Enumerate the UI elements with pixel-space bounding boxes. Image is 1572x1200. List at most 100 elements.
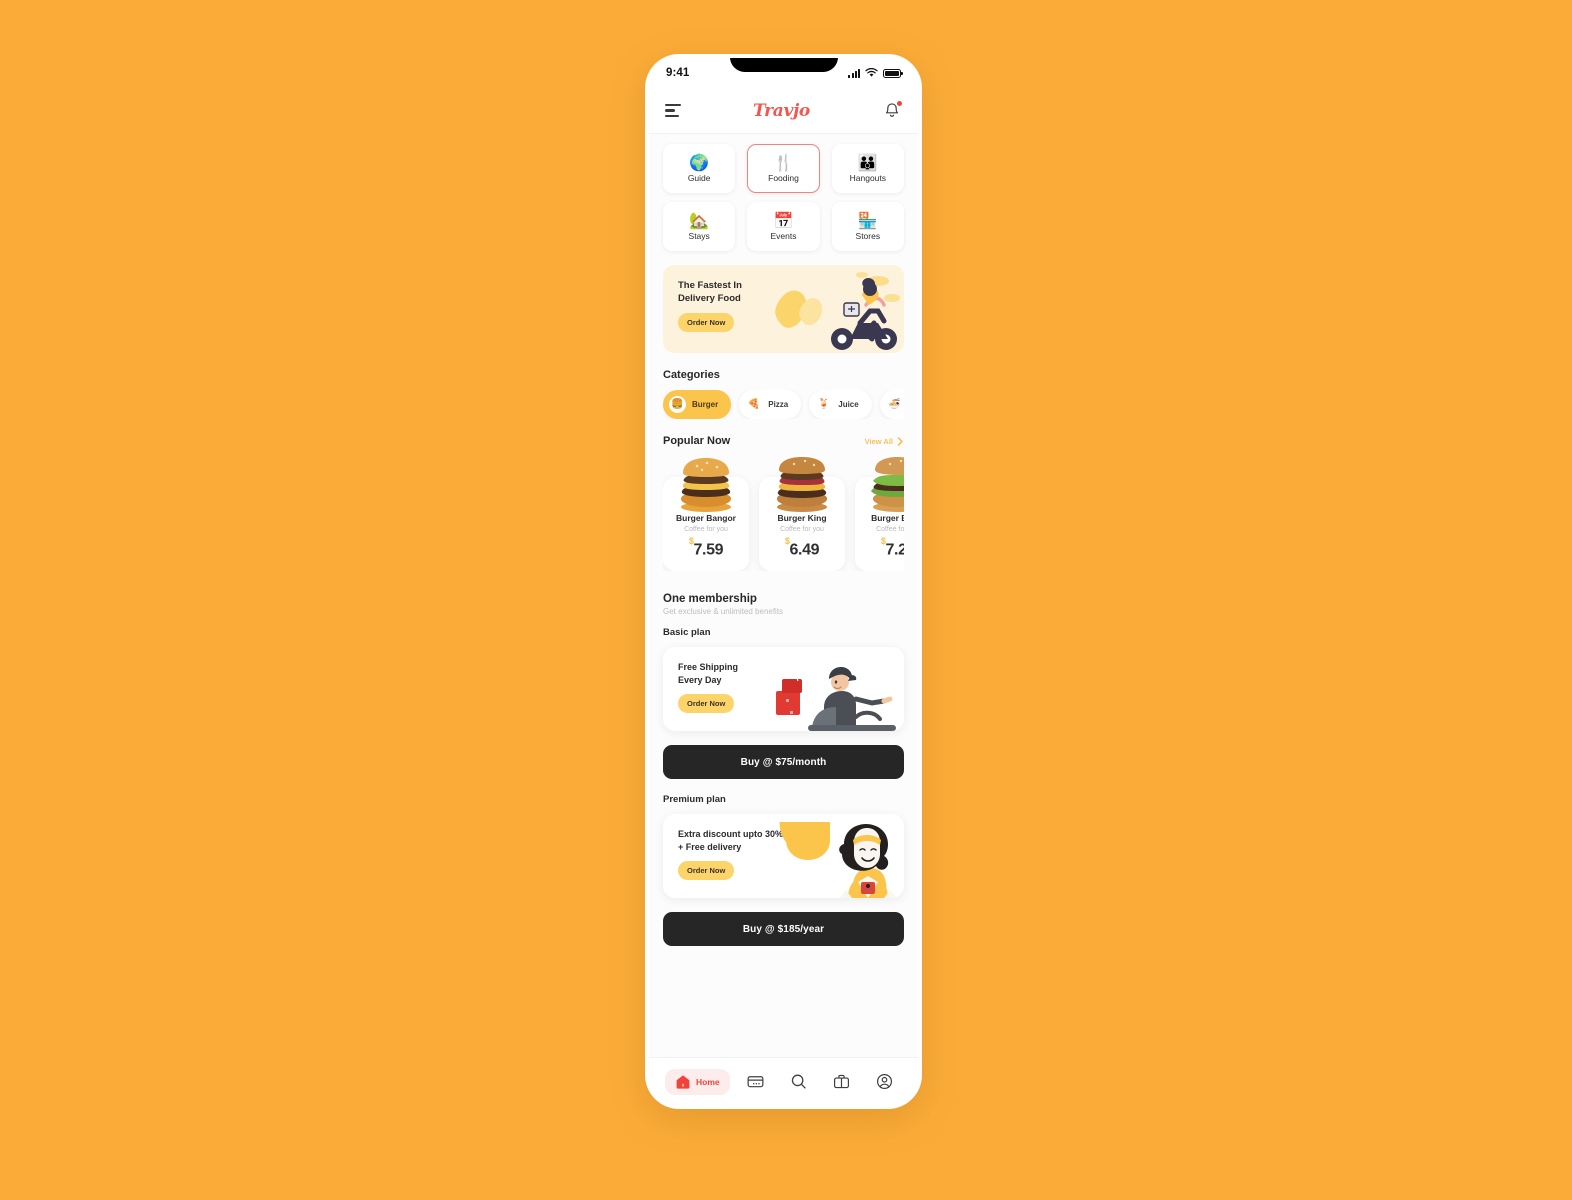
quick-tiles-grid: 🌍 Guide 🍴 Fooding 👪 Hangouts 🏡 Stays 📅 E… bbox=[663, 144, 904, 251]
price-value: 7.29 bbox=[885, 541, 904, 559]
category-chip-ramen[interactable]: 🍜 Ramen bbox=[879, 390, 904, 419]
popular-card-row[interactable]: Burger Bangor Coffee for you $7.59 Burge… bbox=[663, 455, 904, 572]
chevron-right-icon bbox=[897, 436, 903, 446]
tab-profile[interactable] bbox=[867, 1067, 902, 1096]
premium-plan-label: Premium plan bbox=[663, 794, 726, 806]
category-chip-label: Pizza bbox=[768, 400, 789, 409]
basic-plan-buy-button[interactable]: Buy @ $75/month bbox=[663, 745, 904, 780]
notification-badge-dot bbox=[895, 99, 903, 107]
quick-tile-label: Events bbox=[770, 230, 797, 241]
app-header: Travjo bbox=[649, 88, 918, 134]
category-chip-burger[interactable]: 🍔 Burger bbox=[663, 390, 732, 419]
ramen-icon: 🍜 bbox=[885, 396, 903, 413]
quick-tile-events[interactable]: 📅 Events bbox=[747, 202, 820, 251]
wifi-icon bbox=[865, 68, 878, 77]
quick-tile-stores[interactable]: 🏪 Stores bbox=[831, 202, 904, 251]
food-card-subtitle: Coffee for you bbox=[780, 526, 824, 533]
notification-button[interactable] bbox=[882, 99, 903, 121]
burger-icon: 🍔 bbox=[669, 396, 686, 413]
price-value: 7.59 bbox=[693, 541, 724, 559]
category-chip-juice[interactable]: 🍹 Juice bbox=[809, 390, 872, 419]
quick-tile-guide[interactable]: 🌍 Guide bbox=[663, 144, 736, 193]
burger-photo bbox=[871, 457, 904, 512]
popular-header: Popular Now View All bbox=[663, 435, 904, 447]
quick-tile-label: Stores bbox=[855, 230, 881, 241]
category-chip-label: Juice bbox=[838, 400, 859, 409]
categories-chip-row[interactable]: 🍔 Burger 🍕 Pizza 🍹 Juice 🍜 bbox=[663, 390, 904, 419]
premium-plan-buy-button[interactable]: Buy @ $185/year bbox=[663, 912, 904, 947]
price-value: 6.49 bbox=[789, 541, 820, 559]
main-scroll-area[interactable]: 🌍 Guide 🍴 Fooding 👪 Hangouts 🏡 Stays 📅 E… bbox=[649, 134, 918, 1057]
food-card[interactable]: Burger King Coffee for you $6.49 bbox=[759, 457, 845, 572]
currency-symbol: $ bbox=[880, 536, 886, 546]
premium-headline-line2: + Free delivery bbox=[678, 841, 742, 852]
people-icon: 👪 bbox=[857, 154, 878, 172]
category-chip-label: Burger bbox=[692, 400, 719, 409]
bottom-tab-bar: Home bbox=[649, 1057, 918, 1105]
quick-tile-label: Hangouts bbox=[849, 172, 887, 183]
burger-photo bbox=[681, 458, 731, 512]
basic-headline-line1: Free Shipping bbox=[678, 662, 739, 673]
category-chip-pizza[interactable]: 🍕 Pizza bbox=[739, 390, 802, 419]
search-icon bbox=[791, 1074, 806, 1089]
promo-banner[interactable]: The Fastest In Delivery Food Order Now bbox=[663, 265, 904, 353]
canvas: 9:41 Travjo 🌍 Guide 🍴 Fooding 👪 Hangouts… bbox=[0, 0, 1572, 1200]
globe-icon: 🌍 bbox=[689, 154, 710, 172]
tab-card[interactable] bbox=[738, 1067, 773, 1096]
house-icon: 🏡 bbox=[689, 212, 710, 230]
food-card-price: $7.59 bbox=[669, 536, 743, 559]
cutlery-icon: 🍴 bbox=[773, 154, 794, 172]
quick-tile-fooding[interactable]: 🍴 Fooding bbox=[747, 144, 820, 193]
food-card-subtitle: Coffee for you bbox=[684, 526, 728, 533]
promo-title-line1: The Fastest In bbox=[678, 280, 742, 291]
basic-plan-card[interactable]: Free Shipping Every Day Order Now bbox=[663, 647, 904, 732]
promo-title-line2: Delivery Food bbox=[678, 293, 741, 304]
status-indicators bbox=[848, 68, 903, 78]
briefcase-icon bbox=[833, 1074, 849, 1089]
pizza-icon: 🍕 bbox=[745, 396, 763, 413]
cellular-bars-icon bbox=[848, 68, 860, 78]
currency-symbol: $ bbox=[688, 536, 694, 546]
quick-tile-label: Fooding bbox=[768, 172, 799, 183]
premium-plan-card[interactable]: Extra discount upto 30% + Free delivery … bbox=[663, 814, 904, 899]
app-logo: Travjo bbox=[753, 100, 810, 121]
tab-home[interactable]: Home bbox=[665, 1068, 730, 1095]
battery-icon bbox=[883, 68, 903, 78]
hamburger-menu-icon[interactable] bbox=[665, 104, 681, 117]
phone-screen: 9:41 Travjo 🌍 Guide 🍴 Fooding 👪 Hangouts… bbox=[649, 58, 918, 1105]
scooter-delivery-illustration bbox=[775, 272, 900, 350]
tab-search[interactable] bbox=[781, 1067, 816, 1096]
tab-briefcase[interactable] bbox=[824, 1067, 859, 1096]
food-card[interactable]: Burger Bacot Coffee for you $7.29 bbox=[855, 457, 904, 572]
quick-tile-label: Guide bbox=[687, 172, 711, 183]
food-card-price: $7.29 bbox=[861, 536, 904, 559]
food-card-price: $6.49 bbox=[765, 536, 839, 559]
view-all-button[interactable]: View All bbox=[865, 437, 904, 446]
basic-headline-line2: Every Day bbox=[678, 674, 722, 685]
burger-photo bbox=[777, 457, 827, 512]
tab-home-label: Home bbox=[696, 1076, 720, 1087]
happy-woman-illustration bbox=[779, 822, 896, 899]
categories-title: Categories bbox=[663, 369, 720, 381]
quick-tile-hangouts[interactable]: 👪 Hangouts bbox=[831, 144, 904, 193]
promo-order-now-button[interactable]: Order Now bbox=[678, 313, 735, 332]
view-all-label: View All bbox=[864, 436, 893, 446]
basic-plan-order-now-button[interactable]: Order Now bbox=[678, 694, 735, 714]
quick-tile-label: Stays bbox=[688, 230, 710, 241]
membership-title: One membership bbox=[663, 593, 757, 606]
calendar-icon: 📅 bbox=[773, 212, 794, 230]
basic-plan-label: Basic plan bbox=[663, 627, 711, 639]
quick-tile-stays[interactable]: 🏡 Stays bbox=[663, 202, 736, 251]
store-icon: 🏪 bbox=[857, 212, 878, 230]
premium-plan-order-now-button[interactable]: Order Now bbox=[678, 861, 735, 881]
delivery-man-illustration bbox=[776, 667, 896, 732]
notch bbox=[729, 58, 838, 72]
profile-icon bbox=[876, 1073, 892, 1090]
membership-subtitle: Get exclusive & unlimited benefits bbox=[663, 607, 784, 617]
food-card[interactable]: Burger Bangor Coffee for you $7.59 bbox=[663, 458, 749, 572]
home-icon bbox=[676, 1074, 690, 1089]
phone-frame: 9:41 Travjo 🌍 Guide 🍴 Fooding 👪 Hangouts… bbox=[645, 54, 922, 1109]
currency-symbol: $ bbox=[784, 536, 790, 546]
food-card-subtitle: Coffee for you bbox=[876, 526, 904, 533]
status-time: 9:41 bbox=[666, 67, 690, 79]
